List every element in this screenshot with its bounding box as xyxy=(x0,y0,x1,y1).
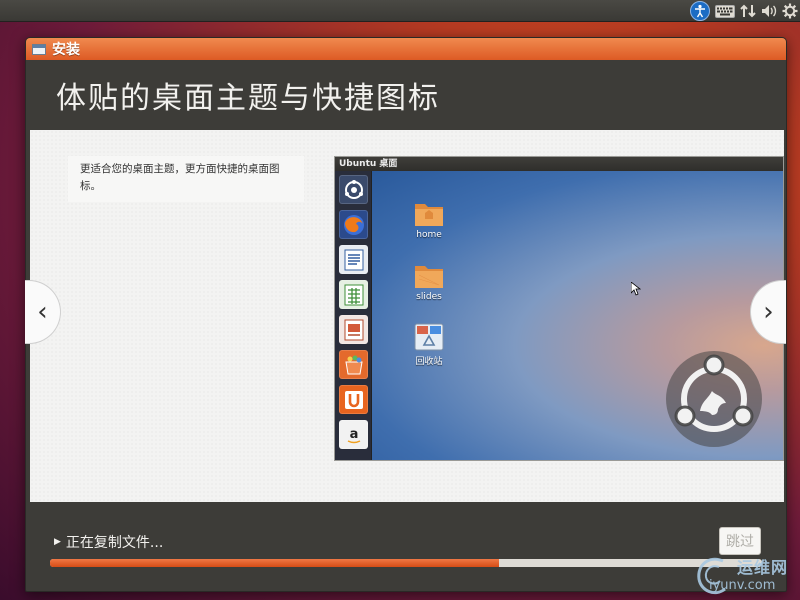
keyboard-icon[interactable] xyxy=(714,1,736,21)
firefox-icon xyxy=(339,210,368,239)
watermark-url: iyunv.com xyxy=(709,578,776,593)
installer-footer: ▶ 正在复制文件... 跳过 xyxy=(30,502,784,590)
progress-fill xyxy=(50,559,499,567)
desktop-item-home: home xyxy=(399,199,459,240)
window-title: 安装 xyxy=(52,42,80,58)
chevron-right-icon: › xyxy=(763,297,774,327)
volume-icon[interactable] xyxy=(760,1,778,21)
status-expander[interactable]: ▶ 正在复制文件... xyxy=(54,532,163,552)
status-text: 正在复制文件... xyxy=(65,535,164,551)
folder-icon xyxy=(414,199,444,227)
calc-icon xyxy=(339,280,368,309)
launcher-bar: a xyxy=(335,171,372,460)
network-icon[interactable] xyxy=(740,1,756,21)
install-progress-bar xyxy=(50,559,762,567)
slide-description: 更适合您的桌面主题，更方面快捷的桌面图标。 xyxy=(68,156,304,202)
slide-header: 体贴的桌面主题与快捷图标 xyxy=(30,60,784,130)
desktop-item-label: slides xyxy=(416,292,442,302)
window-icon xyxy=(32,43,46,55)
installer-window: 安装 体贴的桌面主题与快捷图标 更适合您的桌面主题，更方面快捷的桌面图标。 Ub… xyxy=(25,37,787,592)
desktop-item-slides: slides xyxy=(399,261,459,302)
expander-triangle-icon: ▶ xyxy=(54,537,61,547)
svg-text:a: a xyxy=(349,427,358,442)
slide-title: 体贴的桌面主题与快捷图标 xyxy=(56,81,440,116)
ubuntu-logo-icon xyxy=(666,351,762,447)
chevron-left-icon: ‹ xyxy=(37,297,48,327)
folder-icon xyxy=(414,261,444,289)
impress-icon xyxy=(339,315,368,344)
accessibility-icon[interactable] xyxy=(690,1,710,21)
skip-button[interactable]: 跳过 xyxy=(719,527,761,555)
window-titlebar[interactable]: 安装 xyxy=(26,38,786,60)
top-panel xyxy=(0,0,800,22)
desktop-screenshot: Ubuntu 桌面 a home slides 回收站 xyxy=(334,156,784,461)
gear-icon[interactable] xyxy=(782,1,798,21)
dash-icon xyxy=(339,175,368,204)
ubuntu-one-icon xyxy=(339,385,368,414)
desktop-item-trash: 回收站 xyxy=(399,323,459,367)
screenshot-title-bar: Ubuntu 桌面 xyxy=(335,157,783,171)
watermark-text: 运维网 xyxy=(737,558,789,577)
system-tray xyxy=(690,1,798,21)
mouse-cursor-icon xyxy=(631,282,641,296)
desktop-area: home slides 回收站 xyxy=(372,171,783,460)
desktop-item-label: 回收站 xyxy=(415,357,443,367)
writer-icon xyxy=(339,245,368,274)
trash-icon xyxy=(414,323,444,351)
amazon-icon: a xyxy=(339,420,368,449)
watermark-logo: 运维网 iyunv.com xyxy=(693,553,798,598)
desktop-item-label: home xyxy=(416,230,442,240)
slide-content: 更适合您的桌面主题，更方面快捷的桌面图标。 Ubuntu 桌面 a home s… xyxy=(30,130,784,502)
software-center-icon xyxy=(339,350,368,379)
